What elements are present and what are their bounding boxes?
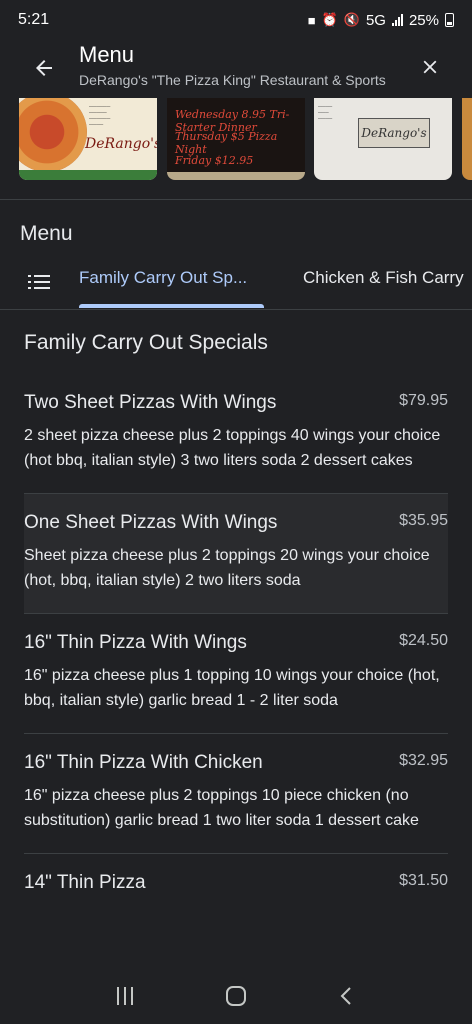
- divider: [0, 199, 472, 200]
- menu-photo-4[interactable]: [462, 98, 472, 180]
- menu-item[interactable]: 16" Thin Pizza With Wings $24.50 16" piz…: [24, 614, 448, 734]
- status-bar: 5:21 ■ ⏰ 🔇 5G 25%: [0, 0, 472, 40]
- section-title: Family Carry Out Specials: [24, 331, 268, 354]
- item-name: 16" Thin Pizza With Chicken: [24, 752, 263, 773]
- chalkboard-line: Friday $12.95: [175, 154, 254, 167]
- alarm-icon: ⏰: [321, 12, 338, 27]
- photo-fine-print: ────── ───── ────── ────: [89, 104, 111, 128]
- close-button[interactable]: [414, 51, 446, 83]
- photo-fine-print: ──── ─── ────: [318, 104, 333, 122]
- battery-icon: [445, 13, 454, 27]
- menu-item[interactable]: Two Sheet Pizzas With Wings $79.95 2 she…: [24, 374, 448, 494]
- home-button[interactable]: [216, 976, 256, 1016]
- item-name: One Sheet Pizzas With Wings: [24, 512, 278, 533]
- chalkboard-frame: [167, 172, 305, 180]
- item-price: $31.50: [399, 872, 448, 889]
- chalkboard-line: Thursday $5 Pizza Night: [175, 130, 278, 156]
- active-tab-indicator: [79, 304, 264, 308]
- status-time: 5:21: [18, 11, 50, 28]
- restaurant-name: DeRango's "The Pizza King" Restaurant & …: [79, 72, 386, 88]
- home-icon: [225, 986, 246, 1006]
- close-icon: [423, 60, 437, 74]
- item-name: Two Sheet Pizzas With Wings: [24, 392, 277, 413]
- menu-item-list: Two Sheet Pizzas With Wings $79.95 2 she…: [24, 374, 448, 916]
- tab-family-carry-out[interactable]: Family Carry Out Sp...: [79, 268, 247, 288]
- back-button[interactable]: [28, 52, 60, 84]
- network-label: 5G: [365, 11, 386, 29]
- menu-heading: Menu: [20, 222, 73, 245]
- recent-apps-icon: [117, 987, 134, 1005]
- menu-photo-strip: ────── ───── ────── ──── DeRango's Wednesda…: [0, 98, 472, 182]
- photo-band: [19, 170, 157, 180]
- signal-icon: [391, 14, 403, 26]
- notification-icon: ■: [307, 12, 316, 28]
- menu-photo-2[interactable]: Wednesday 8.95 Tri-Starter Dinner Thursd…: [167, 98, 305, 180]
- system-nav-bar: [0, 968, 472, 1024]
- item-description: 16" pizza cheese plus 1 topping 10 wings…: [24, 667, 440, 709]
- item-name: 16" Thin Pizza With Wings: [24, 632, 247, 653]
- recent-apps-button[interactable]: [105, 976, 145, 1016]
- battery-percent: 25%: [408, 11, 439, 29]
- tab-chicken-fish-carry[interactable]: Chicken & Fish Carry: [303, 268, 464, 288]
- item-price: $79.95: [399, 392, 448, 409]
- item-price: $35.95: [399, 512, 448, 529]
- item-description: 2 sheet pizza cheese plus 2 toppings 40 …: [24, 427, 441, 469]
- system-back-button[interactable]: [327, 976, 367, 1016]
- item-name: 14" Thin Pizza: [24, 872, 146, 893]
- menu-item[interactable]: 14" Thin Pizza $31.50: [24, 854, 448, 916]
- item-price: $24.50: [399, 632, 448, 649]
- item-description: Sheet pizza cheese plus 2 toppings 20 wi…: [24, 547, 430, 589]
- menu-item[interactable]: One Sheet Pizzas With Wings $35.95 Sheet…: [24, 494, 448, 614]
- page-title: Menu: [79, 42, 135, 67]
- menu-photo-3[interactable]: ──── ─── ──── DeRango's: [314, 98, 452, 180]
- photo-logo-text: DeRango's: [85, 136, 157, 152]
- menu-tabs: Family Carry Out Sp... Chicken & Fish Ca…: [0, 256, 472, 310]
- chevron-left-icon: [340, 987, 351, 1005]
- list-icon[interactable]: [28, 272, 50, 292]
- mute-icon: 🔇: [343, 12, 360, 27]
- pizza-image: [19, 98, 87, 172]
- divider: [0, 309, 472, 310]
- menu-photo-1[interactable]: ────── ───── ────── ──── DeRango's: [19, 98, 157, 180]
- item-description: 16" pizza cheese plus 2 toppings 10 piec…: [24, 787, 419, 829]
- photo-logo-text: DeRango's: [358, 118, 430, 148]
- arrow-back-icon: [36, 60, 52, 76]
- item-price: $32.95: [399, 752, 448, 769]
- menu-item[interactable]: 16" Thin Pizza With Chicken $32.95 16" p…: [24, 734, 448, 854]
- app-header: Menu DeRango's "The Pizza King" Restaura…: [0, 40, 472, 98]
- status-icons: ■ ⏰ 🔇 5G 25%: [308, 12, 454, 29]
